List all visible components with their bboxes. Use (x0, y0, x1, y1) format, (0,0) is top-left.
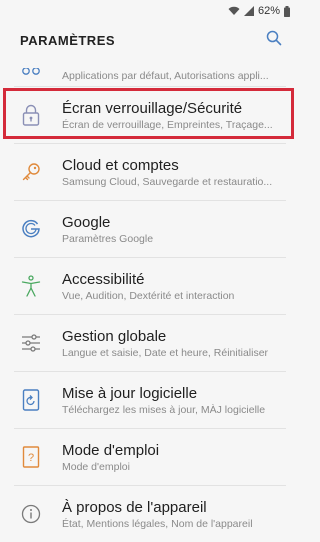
settings-list: Applications par défaut, Autorisations a… (0, 58, 300, 542)
settings-item-google[interactable]: Google Paramètres Google (0, 201, 300, 257)
settings-item-sub: Paramètres Google (62, 232, 154, 245)
signal-icon (243, 6, 254, 16)
settings-item-label: Écran verrouillage/Sécurité (62, 99, 243, 117)
key-icon (0, 162, 62, 182)
battery-percentage: 62% (257, 5, 280, 17)
settings-item-user-manual[interactable]: ? Mode d'emploi Mode d'emploi (0, 429, 300, 485)
page-title: PARAMÈTRES (20, 32, 116, 48)
svg-text:?: ? (28, 452, 34, 464)
wifi-icon (228, 6, 240, 16)
settings-item-general-management[interactable]: Gestion globale Langue et saisie, Date e… (0, 315, 300, 371)
sliders-icon (0, 334, 62, 352)
search-icon[interactable] (266, 30, 282, 51)
settings-item-sub: Mode d'emploi (62, 460, 130, 473)
lock-icon (0, 104, 62, 126)
settings-item-label: Cloud et comptes (62, 156, 179, 174)
user-manual-icon: ? (0, 446, 62, 468)
status-bar: 62% (0, 0, 300, 22)
settings-item-cloud-accounts[interactable]: Cloud et comptes Samsung Cloud, Sauvegar… (0, 144, 300, 200)
settings-item-label: Gestion globale (62, 327, 167, 345)
google-icon (0, 219, 62, 239)
settings-item-lockscreen-security[interactable]: Écran verrouillage/Sécurité Écran de ver… (0, 87, 300, 143)
settings-item-label: À propos de l'appareil (62, 498, 207, 516)
settings-item-about-device[interactable]: À propos de l'appareil État, Mentions lé… (0, 486, 300, 542)
info-icon (0, 504, 62, 524)
settings-item-software-update[interactable]: Mise à jour logicielle Téléchargez les m… (0, 372, 300, 428)
settings-item-label: Accessibilité (62, 270, 145, 288)
settings-item-sub: Vue, Audition, Dextérité et interaction (62, 289, 235, 302)
settings-header: PARAMÈTRES (0, 22, 300, 58)
settings-item-sub: État, Mentions légales, Nom de l'apparei… (62, 517, 253, 530)
software-update-icon (0, 389, 62, 411)
settings-item-sub: Langue et saisie, Date et heure, Réiniti… (62, 346, 269, 359)
settings-item-sub: Samsung Cloud, Sauvegarde et restauratio… (62, 175, 273, 188)
apps-icon (0, 68, 62, 82)
settings-item-label: Google (62, 213, 111, 231)
battery-icon (284, 5, 290, 17)
settings-item-accessibility[interactable]: Accessibilité Vue, Audition, Dextérité e… (0, 258, 300, 314)
settings-item-sub: Téléchargez les mises à jour, MÀJ logici… (62, 403, 266, 416)
settings-item-applications[interactable]: Applications par défaut, Autorisations a… (0, 58, 300, 86)
settings-item-label: Mode d'emploi (62, 441, 160, 459)
settings-item-sub: Applications par défaut, Autorisations a… (62, 70, 269, 82)
settings-item-sub: Écran de verrouillage, Empreintes, Traça… (62, 118, 273, 131)
settings-item-label: Mise à jour logicielle (62, 384, 198, 402)
accessibility-icon (0, 275, 62, 297)
